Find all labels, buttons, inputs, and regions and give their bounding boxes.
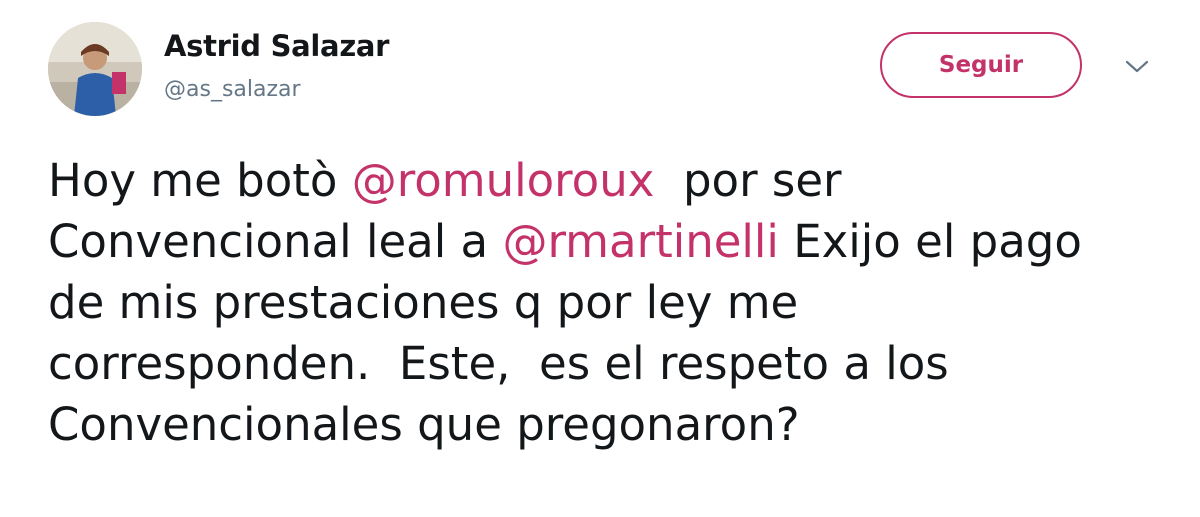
mention-link-romuloroux[interactable]: @romuloroux [352,154,655,207]
mention-link-rmartinelli[interactable]: @rmartinelli [502,215,778,268]
tweet-text-segment: Hoy me botò [48,154,352,207]
chevron-down-icon [1125,60,1149,73]
user-handle[interactable]: @as_salazar [164,76,301,104]
more-options-button[interactable] [1120,52,1154,82]
follow-button[interactable]: Seguir [880,32,1082,98]
profile-photo-icon [48,22,142,116]
tweet-text: Hoy me botò @romuloroux por ser Convenci… [48,150,1158,455]
display-name[interactable]: Astrid Salazar [164,28,389,64]
avatar[interactable] [48,22,142,116]
tweet-card: Astrid Salazar @as_salazar Seguir Hoy me… [0,0,1200,517]
